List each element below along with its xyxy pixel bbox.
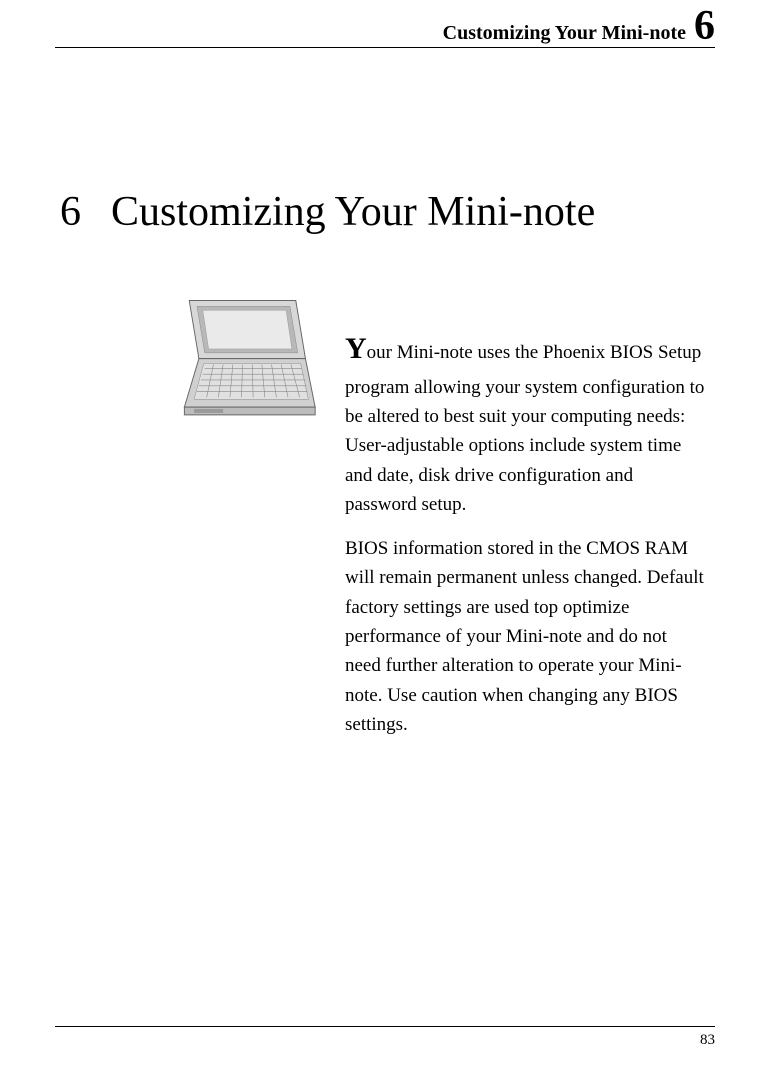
document-page: Customizing Your Mini-note 6 6Customizin…	[0, 0, 760, 1077]
chapter-heading: 6 Customizing Your Mini-note	[55, 188, 715, 236]
page-footer: 83	[55, 1026, 715, 1049]
drop-cap: Y	[345, 332, 367, 365]
header-title: Customizing Your Mini-note	[443, 22, 686, 44]
chapter-number: 6	[60, 188, 81, 236]
laptop-icon	[165, 286, 320, 446]
paragraph-2: BIOS information stored in the CMOS RAM …	[345, 534, 705, 740]
page-header: Customizing Your Mini-note 6	[55, 0, 715, 48]
chapter-title: Customizing Your Mini-note	[111, 189, 595, 235]
paragraph-1-text: our Mini-note uses the Phoenix BIOS Setu…	[345, 342, 704, 515]
laptop-illustration-icon	[165, 286, 320, 441]
content-area: Your Mini-note uses the Phoenix BIOS Set…	[55, 326, 715, 754]
paragraph-1: Your Mini-note uses the Phoenix BIOS Set…	[345, 326, 705, 520]
header-chapter-number: 6	[694, 3, 715, 49]
body-text: Your Mini-note uses the Phoenix BIOS Set…	[345, 326, 715, 754]
page-number: 83	[700, 1032, 715, 1048]
